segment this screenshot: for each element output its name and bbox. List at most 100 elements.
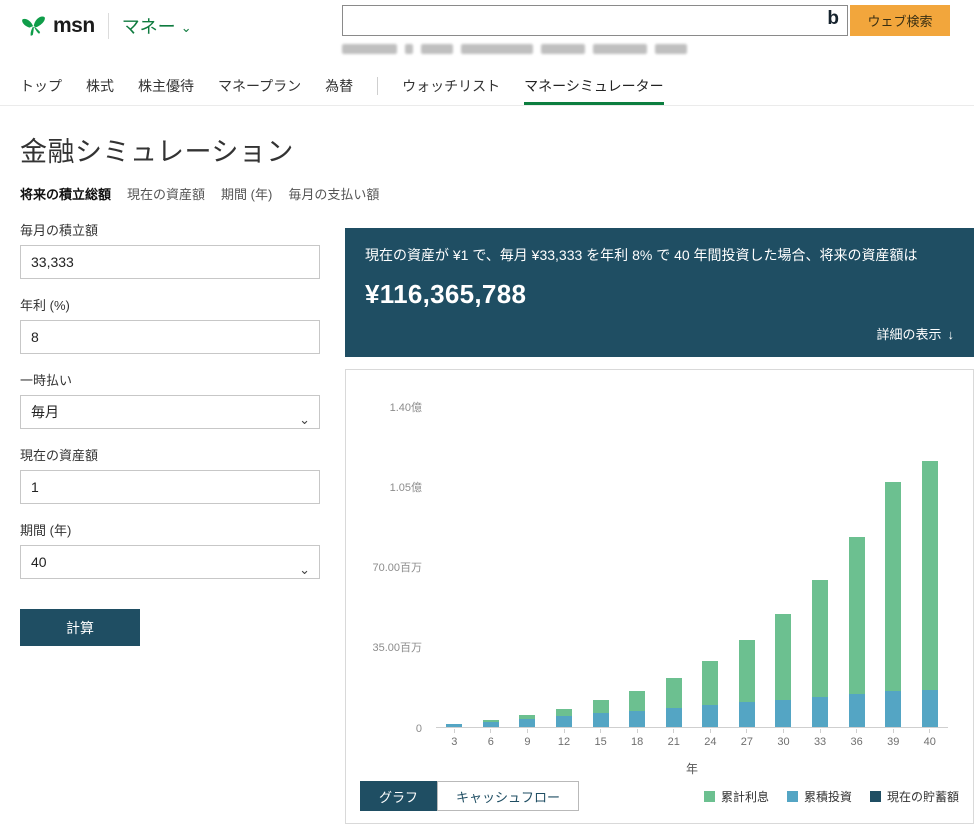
bar-segment bbox=[446, 724, 462, 727]
stacked-bar-year-39[interactable] bbox=[885, 482, 901, 727]
x-tick-label: 24 bbox=[692, 729, 729, 748]
stacked-bar-year-24[interactable] bbox=[702, 661, 718, 727]
result-panel: 現在の資産が ¥1 で、毎月 ¥33,333 を年利 8% で 40 年間投資し… bbox=[345, 228, 974, 357]
search-input[interactable] bbox=[342, 5, 848, 36]
results-column: 現在の資産が ¥1 で、毎月 ¥33,333 を年利 8% で 40 年間投資し… bbox=[345, 228, 974, 824]
subtab-monthly-payment[interactable]: 毎月の支払い額 bbox=[288, 184, 379, 203]
x-tick-label: 33 bbox=[802, 729, 839, 748]
field-label: 年利 (%) bbox=[20, 295, 320, 314]
monthly-contribution-input[interactable] bbox=[20, 245, 320, 279]
bar-slot bbox=[875, 408, 912, 727]
x-tick-label: 30 bbox=[765, 729, 802, 748]
y-tick-label: 0 bbox=[416, 723, 422, 735]
x-axis-title: 年 bbox=[436, 760, 948, 777]
stacked-bar-year-40[interactable] bbox=[922, 461, 938, 727]
nav-item-shareholder-benefits[interactable]: 株主優待 bbox=[138, 66, 194, 105]
bar-slot bbox=[692, 408, 729, 727]
bar-segment bbox=[483, 722, 499, 727]
msn-butterfly-icon[interactable] bbox=[20, 12, 47, 39]
y-axis: 035.00百万70.00百万1.05億1.40億 bbox=[346, 408, 430, 728]
nav-item-watchlist[interactable]: ウォッチリスト bbox=[402, 66, 500, 105]
field-period-years: 期間 (年) 40 ⌄ bbox=[20, 520, 320, 579]
simulation-form: 毎月の積立額 年利 (%) 一時払い 毎月 ⌄ 現在の資産額 期間 (年) 4 bbox=[20, 220, 320, 646]
bar-slot bbox=[436, 408, 473, 727]
x-tick-label: 27 bbox=[729, 729, 766, 748]
redacted-text bbox=[405, 44, 413, 54]
stacked-bar-year-18[interactable] bbox=[629, 691, 645, 727]
subtab-future-total[interactable]: 将来の積立総額 bbox=[20, 184, 111, 203]
x-tick-label: 39 bbox=[875, 729, 912, 748]
stacked-bar-year-12[interactable] bbox=[556, 709, 572, 727]
bar-segment bbox=[629, 711, 645, 727]
down-arrow-icon[interactable]: ↓ bbox=[948, 327, 955, 342]
bar-segment bbox=[922, 690, 938, 727]
bar-segment bbox=[812, 580, 828, 697]
chart-view-tabs: グラフ キャッシュフロー bbox=[360, 781, 579, 811]
stacked-bar-year-33[interactable] bbox=[812, 580, 828, 727]
redacted-text bbox=[342, 44, 397, 54]
legend-swatch-navy bbox=[870, 791, 881, 802]
bar-slot bbox=[546, 408, 583, 727]
y-tick-label: 1.40億 bbox=[390, 399, 422, 415]
chevron-down-icon[interactable]: ⌄ bbox=[181, 20, 192, 36]
vertical-name[interactable]: マネー bbox=[122, 13, 176, 39]
brand-divider bbox=[108, 13, 109, 39]
show-details-link[interactable]: 詳細の表示 bbox=[876, 327, 941, 342]
bar-segment bbox=[556, 709, 572, 716]
field-payment-frequency: 一時払い 毎月 ⌄ bbox=[20, 370, 320, 429]
bar-segment bbox=[629, 691, 645, 711]
calculate-button[interactable]: 計算 bbox=[20, 609, 140, 646]
bar-slot bbox=[912, 408, 949, 727]
legend-swatch-blue bbox=[787, 791, 798, 802]
stacked-bar-year-36[interactable] bbox=[849, 537, 865, 727]
nav-item-money-plan[interactable]: マネープラン bbox=[218, 66, 301, 105]
legend-label: 累計利息 bbox=[721, 788, 769, 805]
msn-wordmark[interactable]: msn bbox=[53, 14, 95, 38]
bar-segment bbox=[812, 697, 828, 727]
field-label: 期間 (年) bbox=[20, 520, 320, 539]
stacked-bar-year-3[interactable] bbox=[446, 724, 462, 727]
redacted-text bbox=[655, 44, 687, 54]
field-label: 毎月の積立額 bbox=[20, 220, 320, 239]
redacted-text bbox=[461, 44, 533, 54]
bar-segment bbox=[775, 700, 791, 727]
x-tick-label: 3 bbox=[436, 729, 473, 748]
stacked-bar-year-27[interactable] bbox=[739, 640, 755, 727]
nav-item-top[interactable]: トップ bbox=[20, 66, 62, 105]
stacked-bar-year-21[interactable] bbox=[666, 678, 682, 727]
stacked-bar-year-6[interactable] bbox=[483, 720, 499, 727]
bar-segment bbox=[922, 461, 938, 690]
payment-frequency-select[interactable]: 毎月 bbox=[20, 395, 320, 429]
tab-graph[interactable]: グラフ bbox=[360, 781, 437, 811]
web-search-button[interactable]: ウェブ検索 bbox=[850, 5, 950, 36]
legend-item-current-savings: 現在の貯蓄額 bbox=[870, 788, 959, 805]
chart-legend: 累計利息 累積投資 現在の貯蓄額 bbox=[704, 788, 959, 805]
bar-segment bbox=[666, 678, 682, 708]
bar-segment bbox=[593, 713, 609, 727]
legend-item-interest: 累計利息 bbox=[704, 788, 769, 805]
redacted-links-row bbox=[342, 44, 950, 54]
redacted-text bbox=[593, 44, 647, 54]
legend-label: 現在の貯蓄額 bbox=[887, 788, 959, 805]
legend-swatch-green bbox=[704, 791, 715, 802]
subtab-period[interactable]: 期間 (年) bbox=[221, 184, 272, 203]
bar-segment bbox=[702, 705, 718, 727]
stacked-bar-year-9[interactable] bbox=[519, 715, 535, 727]
annual-rate-input[interactable] bbox=[20, 320, 320, 354]
bar-segment bbox=[666, 708, 682, 727]
current-assets-input[interactable] bbox=[20, 470, 320, 504]
tab-cashflow[interactable]: キャッシュフロー bbox=[437, 781, 579, 811]
subtab-current-assets[interactable]: 現在の資産額 bbox=[127, 184, 205, 203]
nav-item-money-simulator[interactable]: マネーシミュレーター bbox=[524, 66, 663, 105]
stacked-bar-year-30[interactable] bbox=[775, 614, 791, 727]
nav-item-fx[interactable]: 為替 bbox=[325, 66, 353, 105]
bar-slot bbox=[509, 408, 546, 727]
bar-segment bbox=[519, 719, 535, 727]
nav-item-stocks[interactable]: 株式 bbox=[86, 66, 114, 105]
bar-slot bbox=[838, 408, 875, 727]
period-years-select[interactable]: 40 bbox=[20, 545, 320, 579]
y-tick-label: 1.05億 bbox=[390, 479, 422, 495]
legend-item-investment: 累積投資 bbox=[787, 788, 852, 805]
stacked-bar-year-15[interactable] bbox=[593, 700, 609, 727]
bar-slot bbox=[802, 408, 839, 727]
